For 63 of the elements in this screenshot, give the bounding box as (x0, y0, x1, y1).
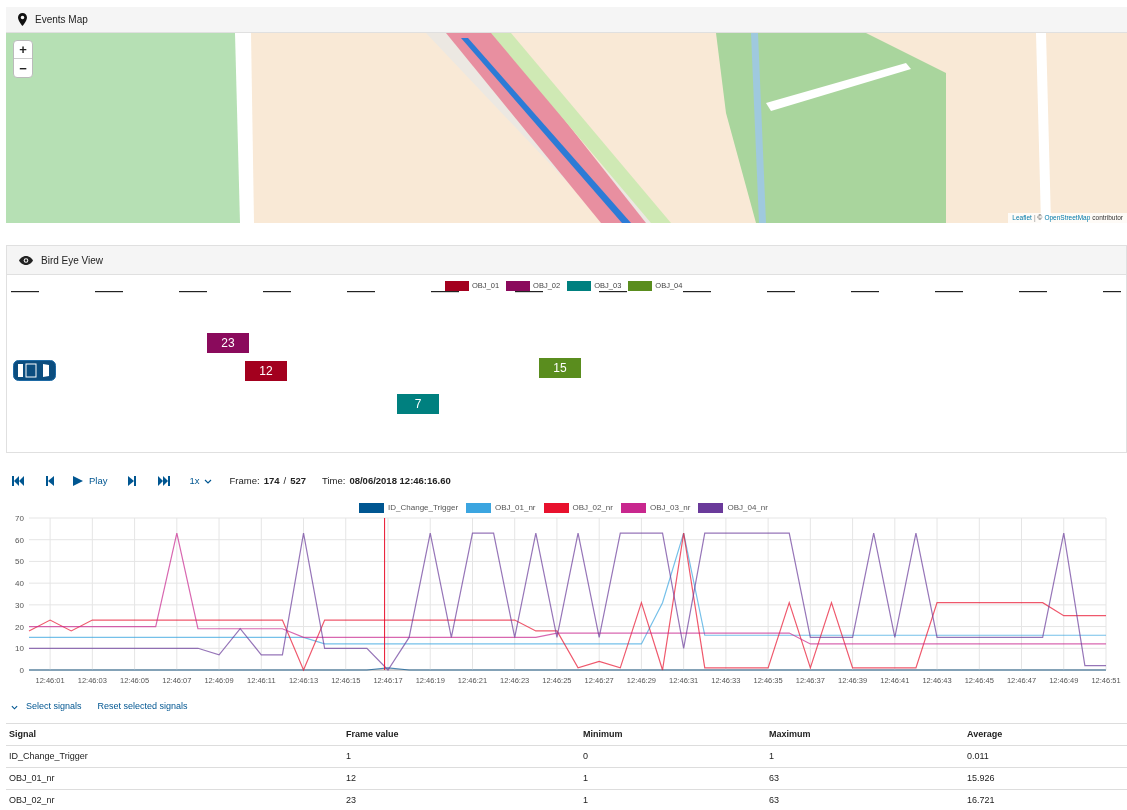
object-marker: 7 (397, 394, 439, 414)
y-tick-label: 30 (15, 600, 24, 610)
frame-label: Frame: (229, 473, 260, 488)
table-cell: 15.926 (967, 767, 1127, 790)
car-icon (13, 360, 56, 381)
legend-label: OBJ_04_nr (727, 502, 768, 514)
last-frame-button[interactable] (157, 474, 172, 488)
panel-title: Events Map (35, 13, 88, 27)
y-tick-label: 20 (15, 622, 24, 632)
table-cell: 23 (346, 789, 583, 810)
chevron-down-icon (11, 704, 18, 710)
object-marker: 23 (207, 333, 249, 353)
zoom-in-button[interactable]: + (14, 41, 32, 59)
table-cell: 63 (769, 767, 967, 790)
time-value: 08/06/2018 12:46:16.60 (349, 473, 451, 488)
table-cell: 1 (583, 767, 769, 790)
table-cell: 1 (583, 789, 769, 810)
legend-label: OBJ_03_nr (650, 502, 691, 514)
previous-frame-button[interactable] (43, 474, 57, 488)
table-cell: 0.011 (967, 745, 1127, 768)
table-cell: OBJ_02_nr (6, 789, 346, 810)
legend-label: OBJ_01_nr (495, 502, 536, 514)
panel-title: Bird Eye View (41, 253, 104, 268)
object-marker: 15 (539, 358, 581, 378)
y-tick-label: 60 (15, 535, 24, 545)
step-back-icon (43, 474, 57, 488)
y-tick-label: 10 (15, 644, 24, 654)
y-tick-label: 50 (15, 557, 24, 567)
skip-to-start-icon (11, 474, 25, 488)
table-cell: 1 (346, 745, 583, 768)
table-cell: 63 (769, 789, 967, 810)
table-cell: ID_Change_Trigger (6, 745, 346, 768)
table-cell: 16.721 (967, 789, 1127, 810)
table-cell: OBJ_01_nr (6, 767, 346, 790)
zoom-out-button[interactable]: − (14, 59, 32, 77)
play-button[interactable]: Play (71, 473, 108, 489)
y-tick-label: 0 (19, 666, 24, 675)
reset-signals-link[interactable]: Reset selected signals (97, 700, 188, 714)
skip-to-end-icon (157, 474, 172, 488)
y-tick-label: 40 (15, 579, 24, 589)
object-marker: 12 (245, 361, 287, 381)
speed-dropdown[interactable]: 1x (189, 473, 212, 489)
chevron-down-icon (203, 478, 212, 484)
table-cell: 12 (346, 767, 583, 790)
time-label: Time: (322, 473, 346, 488)
legend-label: OBJ_02_nr (572, 502, 613, 514)
play-icon (71, 474, 85, 488)
legend-label: ID_Change_Trigger (388, 502, 459, 514)
column-header: Frame value (346, 723, 583, 746)
column-header: Signal (6, 723, 346, 746)
frame-number: 174 (263, 473, 280, 488)
frame-total: 527 (290, 473, 306, 488)
y-tick-label: 70 (15, 515, 24, 523)
frame-separator: / (283, 473, 287, 488)
first-frame-button[interactable] (11, 474, 25, 488)
map-pin-icon (18, 13, 27, 26)
column-header: Minimum (583, 723, 769, 746)
select-signals-button[interactable]: Select signals (11, 700, 82, 714)
table-cell: 0 (583, 745, 769, 768)
eye-icon (19, 255, 33, 265)
column-header: Average (967, 723, 1127, 746)
column-header: Maximum (769, 723, 967, 746)
table-cell: 1 (769, 745, 967, 768)
